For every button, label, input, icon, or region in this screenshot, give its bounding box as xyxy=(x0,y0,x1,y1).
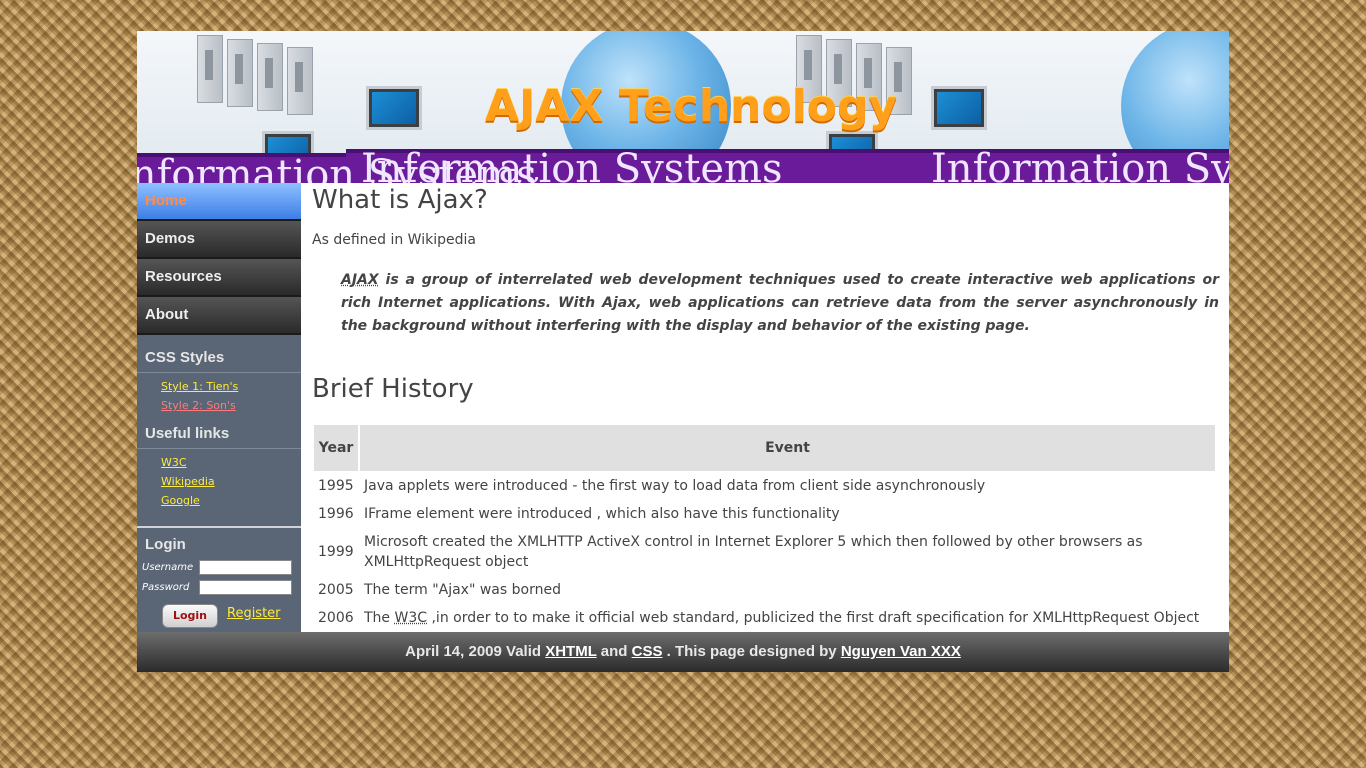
table-cell-year: 2006 xyxy=(318,610,354,626)
table-cell-year: 1996 xyxy=(318,506,354,522)
style-link-son[interactable]: Style 2: Son's xyxy=(161,396,301,415)
ajax-abbr: AJAX xyxy=(341,272,379,288)
login-heading: Login xyxy=(145,536,186,553)
footer-css-link[interactable]: CSS xyxy=(632,643,663,660)
link-w3c[interactable]: W3C xyxy=(161,453,301,472)
event-text-pre: The xyxy=(364,610,395,626)
nav-item-resources[interactable]: Resources xyxy=(137,259,301,297)
css-styles-heading: CSS Styles xyxy=(137,335,301,373)
table-row: 1999 Microsoft created the XMLHTTP Activ… xyxy=(314,529,1215,575)
definition-quote: AJAX is a group of interrelated web deve… xyxy=(341,269,1219,338)
banner-band-text-center: Information Systems xyxy=(361,146,783,183)
style-link-tien[interactable]: Style 1: Tien's xyxy=(161,377,301,396)
footer-and-text: and xyxy=(596,643,632,660)
table-row: 1996 IFrame element were introduced , wh… xyxy=(314,501,1215,527)
css-styles-list: Style 1: Tien's Style 2: Son's xyxy=(137,373,301,421)
username-field[interactable] xyxy=(199,560,292,575)
footer-date-text: April 14, 2009 Valid xyxy=(405,643,546,660)
source-note: As defined in Wikipedia xyxy=(312,232,476,248)
link-google[interactable]: Google xyxy=(161,491,301,510)
table-cell-event: Java applets were introduced - the first… xyxy=(364,478,986,494)
table-cell-event: Microsoft created the XMLHTTP ActiveX co… xyxy=(364,534,1143,570)
main-content: What is Ajax? As defined in Wikipedia AJ… xyxy=(301,183,1229,632)
column-header-event: Event xyxy=(360,425,1215,471)
table-cell-event: The term "Ajax" was borned xyxy=(364,582,561,598)
column-header-year: Year xyxy=(314,425,358,471)
nav-item-about[interactable]: About xyxy=(137,297,301,335)
footer-author-link[interactable]: Nguyen Van XXX xyxy=(841,643,961,660)
login-panel: Login Username Password Login Register xyxy=(137,526,301,634)
banner-band-text-right: Information Systems xyxy=(931,146,1229,183)
table-cell-year: 1999 xyxy=(318,544,354,560)
table-cell-event: IFrame element were introduced , which a… xyxy=(364,506,840,522)
page-container: Information Systems Information Systems … xyxy=(137,31,1229,672)
useful-links-list: W3C Wikipedia Google xyxy=(137,449,301,516)
history-heading: Brief History xyxy=(312,374,474,404)
event-text-post: ,in order to to make it official web sta… xyxy=(427,610,1200,626)
table-cell-event: The W3C ,in order to to make it official… xyxy=(360,605,1215,631)
table-header-row: Year Event xyxy=(314,425,1215,471)
footer-xhtml-link[interactable]: XHTML xyxy=(545,643,596,660)
page-title: What is Ajax? xyxy=(312,185,488,215)
nav-item-home[interactable]: Home xyxy=(137,183,301,221)
header-banner: Information Systems Information Systems … xyxy=(137,31,1229,183)
sidebar: Home Demos Resources About CSS Styles St… xyxy=(137,183,301,632)
table-row: 1995 Java applets were introduced - the … xyxy=(314,473,1215,499)
useful-links-heading: Useful links xyxy=(137,421,301,449)
table-row: 2005 The term "Ajax" was borned xyxy=(314,577,1215,603)
table-row: 2006 The W3C ,in order to to make it off… xyxy=(314,605,1215,631)
table-cell-year: 2005 xyxy=(318,582,354,598)
footer-designed-text: . This page designed by xyxy=(662,643,841,660)
link-wikipedia[interactable]: Wikipedia xyxy=(161,472,301,491)
register-link[interactable]: Register xyxy=(227,606,281,621)
nav-item-demos[interactable]: Demos xyxy=(137,221,301,259)
banner-title: AJAX Technology xyxy=(485,81,898,132)
username-label: Username xyxy=(142,562,194,573)
password-field[interactable] xyxy=(199,580,292,595)
login-button[interactable]: Login xyxy=(162,604,218,628)
footer: April 14, 2009 Valid XHTML and CSS . Thi… xyxy=(137,632,1229,672)
w3c-abbr: W3C xyxy=(394,610,428,626)
definition-text: is a group of interrelated web developme… xyxy=(341,272,1219,334)
password-label: Password xyxy=(142,582,190,593)
table-cell-year: 1995 xyxy=(318,478,354,494)
history-table: Year Event 1995 Java applets were introd… xyxy=(312,423,1217,632)
